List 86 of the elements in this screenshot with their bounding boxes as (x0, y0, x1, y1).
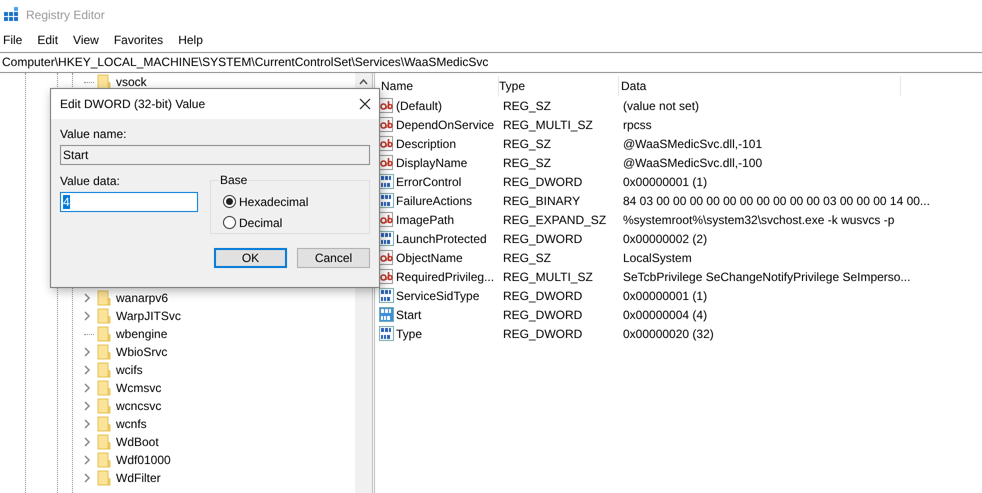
value-data: LocalSystem (622, 250, 692, 264)
folder-icon (97, 308, 111, 324)
value-type: REG_SZ (502, 98, 552, 112)
value-data: 0x00000001 (1) (622, 174, 708, 188)
column-header[interactable]: Type (499, 76, 619, 96)
value-data-field[interactable]: 4 (60, 192, 198, 212)
value-name[interactable]: FailureActions (396, 194, 472, 208)
value-type: REG_SZ (502, 156, 552, 170)
tree-item[interactable]: Wcmsvc (116, 381, 162, 395)
menu-item[interactable]: View (70, 33, 105, 47)
value-type: REG_DWORD (502, 288, 584, 302)
value-type: REG_SZ (502, 136, 552, 150)
tree-item[interactable]: Wdf01000 (116, 453, 171, 467)
value-type: REG_DWORD (502, 232, 584, 246)
folder-icon (97, 380, 111, 396)
tree-item[interactable]: wcnfs (116, 417, 147, 431)
folder-icon (97, 74, 111, 90)
value-data: SeTcbPrivilege SeChangeNotifyPrivilege SeImperso... (622, 270, 910, 284)
column-header[interactable]: Data (619, 76, 901, 96)
folder-icon (97, 398, 111, 414)
field-label: Value data: (60, 174, 121, 188)
folder-icon (97, 452, 111, 468)
close-icon[interactable] (359, 98, 371, 110)
value-name[interactable]: Description (396, 136, 456, 150)
menu-item[interactable]: File (0, 33, 28, 47)
tree-item[interactable]: wcifs (116, 363, 143, 377)
folder-icon (97, 290, 111, 306)
tree-item[interactable]: WbioSrvc (116, 345, 168, 359)
folder-icon (97, 362, 111, 378)
menu-item[interactable]: Help (175, 33, 209, 47)
value-data: (value not set) (622, 98, 700, 112)
dialog-title: Edit DWORD (32-bit) Value (60, 97, 206, 111)
value-data: @WaaSMedicSvc.dll,-100 (622, 156, 762, 170)
value-name[interactable]: (Default) (396, 98, 442, 112)
menu-item[interactable]: Edit (34, 33, 64, 47)
value-name[interactable]: Type (396, 326, 422, 340)
value-data: %systemroot%\system32\svchost.exe -k wusvcs -p (622, 212, 894, 226)
value-data: @WaaSMedicSvc.dll,-101 (622, 136, 762, 150)
tree-item[interactable]: wanarpv6 (116, 291, 168, 305)
tree-item[interactable]: WarpJITSvc (116, 309, 181, 323)
folder-icon (97, 344, 111, 360)
value-type: REG_BINARY (502, 194, 582, 208)
menu-item[interactable]: Favorites (110, 33, 170, 47)
value-name[interactable]: LaunchProtected (396, 232, 487, 246)
value-data: 84 03 00 00 00 00 00 00 00 00 00 00 03 00 00 00 14 00... (622, 194, 930, 208)
value-type: REG_DWORD (502, 326, 584, 340)
tree-item[interactable]: wcncsvc (116, 399, 162, 413)
folder-icon (97, 416, 111, 432)
tree-item[interactable]: WdBoot (116, 435, 159, 449)
value-type: REG_DWORD (502, 308, 584, 322)
window-title: Registry Editor (26, 8, 105, 22)
value-data: 0x00000004 (4) (622, 308, 708, 322)
field-label: Value name: (60, 127, 128, 141)
tree-item[interactable]: wbengine (116, 327, 168, 341)
ok-button[interactable]: OK (214, 248, 287, 268)
registry-icon (3, 7, 19, 23)
value-type: REG_DWORD (502, 174, 584, 188)
value-data: 0x00000020 (32) (622, 326, 714, 340)
radio-label[interactable]: Hexadecimal (239, 194, 308, 208)
value-type: REG_SZ (502, 250, 552, 264)
radio-button[interactable] (223, 216, 236, 229)
folder-icon (97, 434, 111, 450)
value-name[interactable]: ImagePath (396, 212, 454, 226)
value-name[interactable]: RequiredPrivileg... (396, 270, 494, 284)
folder-icon (97, 326, 111, 342)
value-data: 0x00000001 (1) (622, 288, 708, 302)
value-name[interactable]: Start (396, 308, 422, 322)
folder-icon (97, 470, 111, 486)
value-type: REG_MULTI_SZ (502, 270, 594, 284)
address-bar[interactable]: Computer\HKEY_LOCAL_MACHINE\SYSTEM\CurrentControlSet\Services\WaaSMedicSvc (0, 52, 982, 73)
value-name[interactable]: DisplayName (396, 156, 468, 170)
value-type: REG_EXPAND_SZ (502, 212, 608, 226)
radio-button[interactable] (223, 195, 236, 208)
value-name-field[interactable]: Start (60, 145, 370, 165)
value-data: rpcss (622, 118, 652, 132)
value-name[interactable]: ErrorControl (396, 174, 462, 188)
value-data: 0x00000002 (2) (622, 232, 708, 246)
tree-item[interactable]: vsock (116, 75, 147, 89)
value-name[interactable]: ObjectName (396, 250, 463, 264)
cancel-button[interactable]: Cancel (297, 248, 370, 268)
value-name[interactable]: DependOnService (396, 118, 494, 132)
value-name[interactable]: ServiceSidType (396, 288, 480, 302)
group-label: Base (219, 173, 248, 187)
tree-item[interactable]: WdFilter (116, 471, 161, 485)
radio-label[interactable]: Decimal (239, 216, 282, 230)
value-type: REG_MULTI_SZ (502, 118, 594, 132)
